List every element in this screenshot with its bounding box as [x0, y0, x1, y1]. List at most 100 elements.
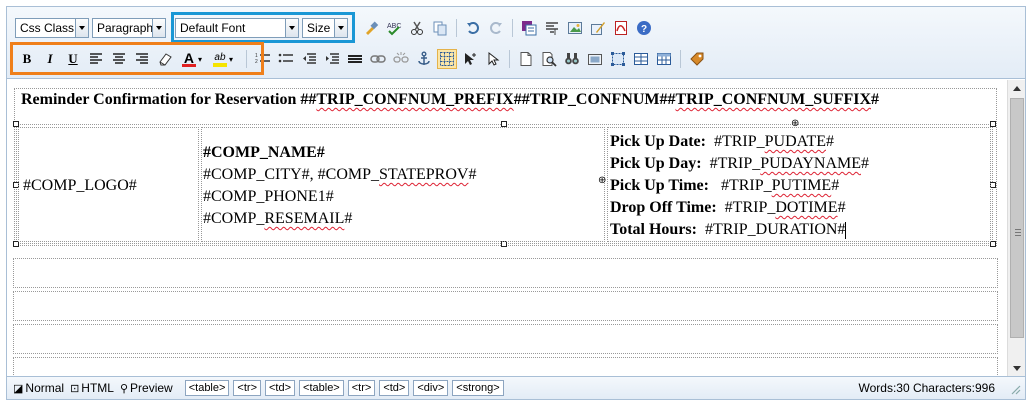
- bullet-list-button[interactable]: [276, 49, 296, 69]
- breadcrumb-tag[interactable]: <div>: [413, 380, 449, 396]
- insert-link-button[interactable]: [368, 49, 388, 69]
- spellcheck-button[interactable]: ABC: [384, 18, 404, 38]
- normal-mode-tab[interactable]: ◪ Normal: [13, 381, 64, 395]
- grip-icon: [1015, 229, 1021, 230]
- new-document-button[interactable]: [516, 49, 536, 69]
- breadcrumb-tag[interactable]: <table>: [299, 380, 344, 396]
- horizontal-rule-button[interactable]: [345, 49, 365, 69]
- redo-button[interactable]: [486, 18, 506, 38]
- paragraph-dropdown[interactable]: Paragraph: [92, 18, 166, 38]
- absolute-position-button[interactable]: [460, 49, 480, 69]
- comp-city-prefix: #COMP_CITY#, #COMP_: [203, 166, 380, 183]
- scrollbar-thumb[interactable]: [1010, 98, 1024, 338]
- comp-phone: #COMP_PHONE1#: [203, 188, 334, 205]
- undo-icon: [467, 22, 479, 34]
- pdf-icon: [615, 21, 627, 35]
- comp-email: #COMP_RESEMAIL#: [203, 210, 352, 228]
- html-view-icon: ⊡: [70, 382, 80, 395]
- trip-value-end: #: [861, 155, 869, 172]
- help-button[interactable]: ?: [634, 18, 654, 38]
- html-editor: Css Class Paragraph Default Font Size AB…: [6, 6, 1026, 400]
- trip-value-end: #: [837, 199, 846, 216]
- editor-content-area[interactable]: Reminder Confirmation for Reservation ##…: [7, 80, 1007, 376]
- breadcrumb-tag[interactable]: <td>: [265, 380, 296, 396]
- scroll-down-button[interactable]: [1008, 360, 1026, 376]
- empty-table-row[interactable]: [13, 291, 998, 321]
- template-icon: [522, 21, 537, 36]
- trip-value: PUDATE: [764, 133, 826, 150]
- scroll-up-button[interactable]: [1008, 80, 1026, 96]
- print-preview-button[interactable]: [539, 49, 559, 69]
- anchor-icon: [418, 51, 430, 65]
- trip-line-pickup-date: Pick Up Date: #TRIP_PUDATE#: [610, 133, 834, 151]
- arrow-down-icon: [1013, 365, 1021, 371]
- resize-grip-icon[interactable]: [1009, 383, 1021, 395]
- comp-email-end: #: [344, 210, 353, 227]
- html-mode-tab[interactable]: ⊡ HTML: [70, 381, 114, 395]
- trip-value-end: #: [826, 133, 834, 150]
- undo-button[interactable]: [463, 18, 483, 38]
- trip-label: Pick Up Day:: [610, 155, 702, 172]
- table-properties-button[interactable]: [654, 49, 674, 69]
- breadcrumb-tag[interactable]: <tr>: [347, 380, 376, 396]
- css-class-dropdown[interactable]: Css Class: [15, 18, 89, 38]
- text-cursor: [845, 221, 847, 239]
- format-painter-button[interactable]: [361, 18, 381, 38]
- insert-snippet-button[interactable]: [687, 49, 707, 69]
- link-icon: [370, 55, 386, 63]
- copy-icon: [433, 21, 447, 36]
- edit-image-button[interactable]: [588, 18, 608, 38]
- insert-template-button[interactable]: [519, 18, 539, 38]
- outdent-button[interactable]: [299, 49, 319, 69]
- move-handle-icon[interactable]: ⊕: [791, 118, 799, 129]
- insert-media-button[interactable]: [585, 49, 605, 69]
- cut-button[interactable]: [407, 18, 427, 38]
- table-icon: [634, 53, 648, 65]
- breadcrumb-tag[interactable]: <tr>: [233, 380, 261, 396]
- breadcrumb-tag[interactable]: <td>: [379, 380, 410, 396]
- scissors-icon: [411, 21, 423, 35]
- layer-box-icon: [611, 52, 625, 66]
- editor-status-bar: ◪ Normal ⊡ HTML ⚲ Preview <table> <tr> <…: [7, 376, 1025, 399]
- comp-name: #COMP_NAME#: [203, 144, 325, 161]
- media-icon: [588, 54, 602, 65]
- empty-table-row[interactable]: [13, 258, 998, 288]
- indent-button[interactable]: [322, 49, 342, 69]
- trip-label: Pick Up Date:: [610, 133, 706, 150]
- arrow-up-icon: [1013, 85, 1021, 91]
- css-class-label: Css Class: [20, 21, 75, 35]
- copy-button[interactable]: [430, 18, 450, 38]
- horizontal-rule-icon: [348, 55, 362, 63]
- trip-line-dropoff-time: Drop Off Time: #TRIP_DOTIME#: [610, 199, 846, 217]
- insert-table-button[interactable]: [631, 49, 651, 69]
- empty-table-row[interactable]: [13, 324, 998, 354]
- empty-table-row[interactable]: [13, 357, 998, 376]
- select-element-button[interactable]: [483, 49, 503, 69]
- trip-line-pickup-time: Pick Up Time: #TRIP_PUTIME#: [610, 177, 839, 195]
- new-page-icon: [520, 52, 532, 66]
- cursor-move-icon: [465, 53, 476, 65]
- toolbar-separator: [512, 19, 513, 37]
- paste-text-button[interactable]: [542, 18, 562, 38]
- text-format-icon: [546, 22, 558, 35]
- breadcrumb-tag[interactable]: <table>: [184, 380, 230, 396]
- insert-image-button[interactable]: [565, 18, 585, 38]
- paragraph-label: Paragraph: [97, 21, 152, 35]
- word-character-count: Words:30 Characters:996: [858, 381, 995, 395]
- trip-value-prefix: #TRIP_: [724, 199, 776, 216]
- preview-mode-tab[interactable]: ⚲ Preview: [120, 381, 173, 395]
- comp-resemail: RESEMAIL: [264, 210, 345, 227]
- anchor-button[interactable]: [414, 49, 434, 69]
- move-handle-icon[interactable]: ⊕: [598, 175, 606, 186]
- redo-icon: [490, 22, 502, 34]
- insert-layer-button[interactable]: [608, 49, 628, 69]
- breadcrumb-tag[interactable]: <strong>: [452, 380, 504, 396]
- find-replace-button[interactable]: [562, 49, 582, 69]
- unlink-button[interactable]: [391, 49, 411, 69]
- image-edit-icon: [591, 22, 605, 35]
- toggle-borders-button[interactable]: [437, 49, 457, 69]
- trip-line-total-hours: Total Hours: #TRIP_DURATION#: [610, 221, 847, 239]
- vertical-scrollbar[interactable]: [1007, 80, 1025, 376]
- svg-text:?: ?: [641, 24, 647, 35]
- export-pdf-button[interactable]: [611, 18, 631, 38]
